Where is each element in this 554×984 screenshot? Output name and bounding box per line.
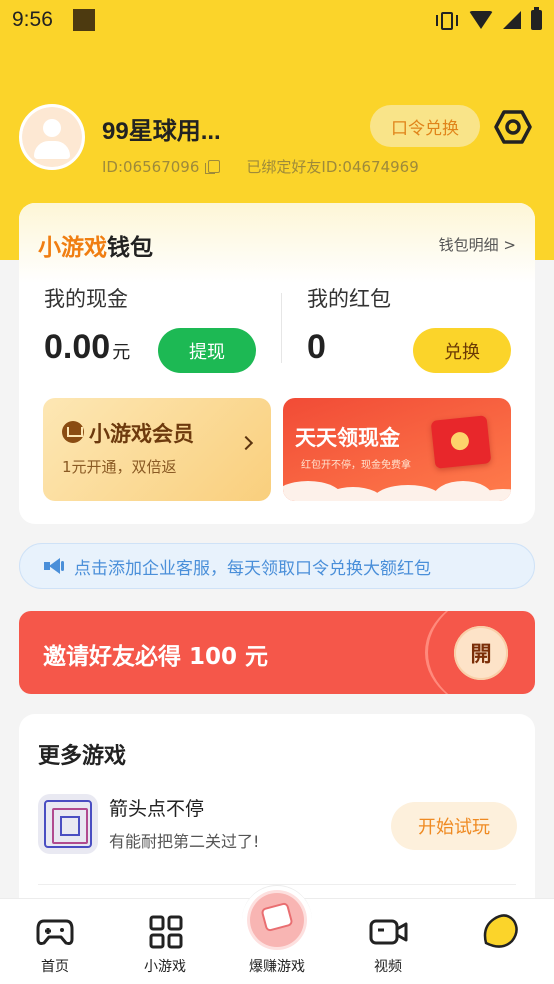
redpacket-amount: 0	[307, 328, 326, 366]
game-name: 箭头点不停	[109, 798, 205, 820]
daily-cash-subtitle: 红包开不停，现金免费拿	[301, 460, 411, 471]
battery-icon	[531, 7, 542, 30]
vip-subtitle: 1元开通，双倍返	[62, 458, 177, 476]
chevron-right-icon	[238, 435, 254, 451]
bottom-nav: 首页 小游戏 爆赚游戏 视频	[0, 885, 554, 984]
divider	[281, 293, 282, 363]
withdraw-button[interactable]: 提现	[158, 328, 256, 373]
invite-text: 邀请好友必得 100 元	[43, 644, 269, 670]
crown-icon	[62, 421, 84, 443]
cash-unit: 元	[112, 342, 131, 362]
settings-icon[interactable]	[494, 108, 532, 146]
cloud-decoration	[283, 481, 511, 501]
status-time: 9:56	[12, 8, 53, 31]
nav-video[interactable]: 视频	[333, 899, 443, 984]
exchange-button[interactable]: 兑换	[413, 328, 511, 373]
copy-icon[interactable]	[205, 160, 221, 174]
status-bar: 9:56	[0, 0, 554, 40]
notice-text: 点击添加企业客服，每天领取口令兑换大额红包	[74, 558, 431, 579]
maze-game-icon[interactable]	[38, 794, 98, 854]
bound-friend-id: 已绑定好友ID:04674969	[246, 158, 419, 176]
signal-icon	[503, 11, 521, 29]
avatar[interactable]	[19, 104, 85, 170]
wallet-detail-link[interactable]: 钱包明细 >	[439, 234, 516, 255]
user-ids: ID:06567096 已绑定好友ID:04674969	[102, 156, 419, 177]
nav-label: 爆赚游戏	[249, 959, 305, 975]
notification-icon	[72, 9, 95, 31]
nav-label: 视频	[374, 959, 402, 975]
grid-icon	[149, 915, 183, 949]
nav-label: 小游戏	[144, 959, 186, 975]
gamepad-icon	[36, 919, 74, 945]
customer-service-notice[interactable]: 点击添加企业客服，每天领取口令兑换大额红包	[19, 543, 535, 589]
start-trial-button[interactable]: 开始试玩	[391, 802, 517, 850]
vip-title: 小游戏会员	[89, 422, 194, 446]
vibrate-icon	[435, 10, 459, 30]
wallet-header: 小游戏钱包 钱包明细 >	[19, 203, 535, 283]
daily-cash-title: 天天领现金	[295, 426, 400, 450]
user-id: ID:06567096	[102, 157, 200, 176]
wallet-title-main: 钱包	[107, 235, 153, 261]
code-exchange-button[interactable]: 口令兑换	[370, 105, 480, 147]
wifi-icon	[469, 11, 493, 29]
lemon-icon	[483, 914, 518, 948]
vip-membership-card[interactable]: 小游戏会员 1元开通，双倍返	[43, 398, 271, 501]
red-envelope-icon	[430, 415, 492, 469]
wallet-title-accent: 小游戏	[38, 235, 107, 261]
redpacket-label: 我的红包	[307, 287, 391, 311]
user-icon	[22, 107, 82, 167]
open-button[interactable]: 開	[454, 626, 508, 680]
nav-minigames[interactable]: 小游戏	[110, 899, 220, 984]
cash-amount: 0.00 元	[44, 328, 130, 367]
invite-banner[interactable]: 邀请好友必得 100 元 開	[19, 611, 535, 694]
username: 99星球用...	[102, 118, 221, 145]
wallet-card: 小游戏钱包 钱包明细 > 我的现金 0.00 元 提现 我的红包 0 兑换 小游戏…	[19, 203, 535, 524]
game-description: 有能耐把第二关过了!	[109, 832, 260, 851]
nav-earn-games[interactable]: 爆赚游戏	[222, 899, 332, 984]
nav-profile[interactable]	[444, 899, 554, 984]
section-title: 更多游戏	[38, 744, 127, 769]
wallet-title: 小游戏钱包	[38, 228, 153, 262]
daily-cash-banner[interactable]: 天天领现金 红包开不停，现金免费拿	[283, 398, 511, 501]
megaphone-icon	[44, 558, 66, 574]
cash-label: 我的现金	[44, 287, 128, 311]
cash-value: 0.00	[44, 328, 111, 366]
video-camera-icon	[369, 919, 408, 945]
nav-label: 首页	[41, 959, 69, 975]
nav-home[interactable]: 首页	[0, 899, 110, 984]
